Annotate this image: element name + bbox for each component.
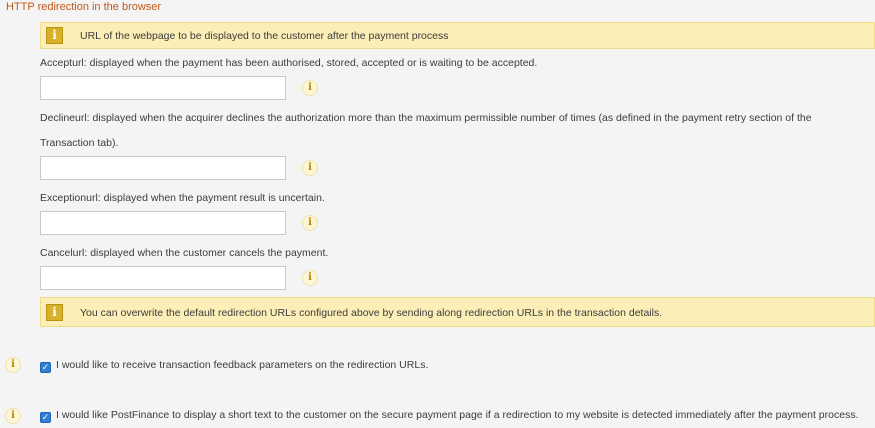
- cancelurl-help-icon[interactable]: i: [302, 270, 318, 286]
- feedback-params-checkbox[interactable]: ✓: [40, 362, 51, 373]
- cancelurl-label: Cancelurl: displayed when the customer c…: [40, 247, 329, 259]
- info-icon: i: [46, 27, 63, 44]
- declineurl-help-icon[interactable]: i: [302, 160, 318, 176]
- info-banner-text: URL of the webpage to be displayed to th…: [80, 30, 449, 42]
- exceptionurl-input[interactable]: [40, 211, 286, 235]
- declineurl-label-line2: Transaction tab).: [40, 137, 119, 149]
- section-title: HTTP redirection in the browser: [6, 1, 162, 13]
- accepturl-input[interactable]: [40, 76, 286, 100]
- redirect-text-help-icon[interactable]: i: [5, 408, 21, 424]
- info-banner-redirection-url: i URL of the webpage to be displayed to …: [40, 22, 875, 49]
- redirect-text-checkbox[interactable]: ✓: [40, 412, 51, 423]
- accepturl-label: Accepturl: displayed when the payment ha…: [40, 57, 538, 69]
- declineurl-label-line1: Declineurl: displayed when the acquirer …: [40, 112, 812, 124]
- info-icon: i: [46, 304, 63, 321]
- declineurl-input[interactable]: [40, 156, 286, 180]
- redirect-text-label: I would like PostFinance to display a sh…: [56, 409, 859, 421]
- feedback-params-help-icon[interactable]: i: [5, 357, 21, 373]
- cancelurl-input[interactable]: [40, 266, 286, 290]
- info-banner-overwrite: i You can overwrite the default redirect…: [40, 297, 875, 327]
- exceptionurl-help-icon[interactable]: i: [302, 215, 318, 231]
- info-banner-text: You can overwrite the default redirectio…: [80, 307, 663, 319]
- exceptionurl-label: Exceptionurl: displayed when the payment…: [40, 192, 325, 204]
- feedback-params-label: I would like to receive transaction feed…: [56, 359, 429, 371]
- accepturl-help-icon[interactable]: i: [302, 80, 318, 96]
